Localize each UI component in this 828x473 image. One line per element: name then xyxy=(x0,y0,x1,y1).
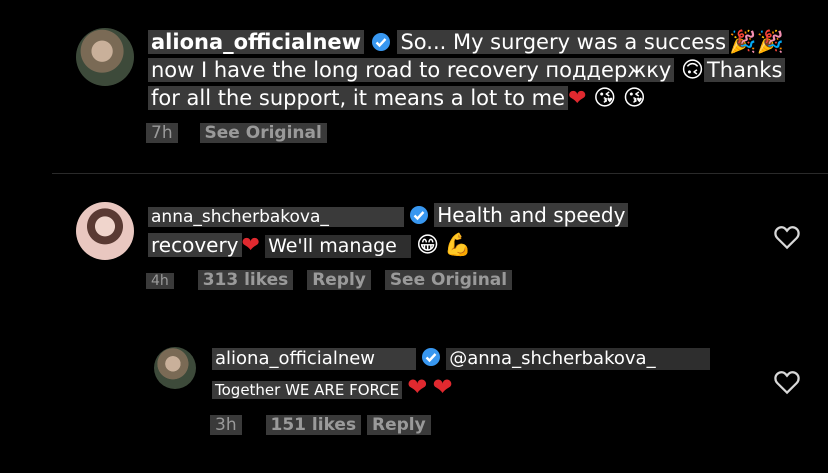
likes-count[interactable]: 151 likes xyxy=(265,415,362,435)
heart-outline-icon[interactable] xyxy=(772,222,802,252)
verified-badge-icon xyxy=(422,348,441,366)
mention-link[interactable]: @anna_shcherbakova_ xyxy=(446,348,711,370)
upside-down-face-emoji: 🙃 xyxy=(681,58,704,83)
heart-outline-icon[interactable] xyxy=(772,367,802,397)
reply-meta: 3h 151 likes Reply xyxy=(210,415,431,435)
grin-emoji: 😁 xyxy=(416,233,440,258)
likes-count[interactable]: 313 likes xyxy=(197,270,294,290)
timestamp: 4h xyxy=(146,273,174,289)
verified-badge-icon xyxy=(371,33,390,51)
flexed-biceps-emoji: 💪 xyxy=(444,233,472,258)
comment-text-line: Thanks xyxy=(703,58,786,82)
verified-badge-icon xyxy=(410,206,429,224)
comment-meta: 7h See Original xyxy=(146,123,327,143)
party-popper-icon: 🎉🎉 xyxy=(729,30,784,55)
reply-button[interactable]: Reply xyxy=(367,415,431,435)
red-heart-emoji: ❤ xyxy=(241,233,260,258)
kiss-emoji: 😘 xyxy=(622,86,646,111)
comment-text-line: So... My surgery was a success xyxy=(397,30,730,54)
timestamp: 3h xyxy=(210,415,242,435)
comment-meta: 4h 313 likes Reply See Original xyxy=(146,270,513,290)
divider xyxy=(52,173,828,174)
reply-text: Together WE ARE FORCE xyxy=(212,381,403,399)
red-heart-emoji: ❤ xyxy=(432,373,453,401)
avatar-anna[interactable] xyxy=(76,202,134,260)
see-original-button[interactable]: See Original xyxy=(199,123,327,143)
avatar-aliona[interactable] xyxy=(154,347,196,389)
reply-button[interactable]: Reply xyxy=(307,270,371,290)
comment-text-line: We'll manage xyxy=(265,235,412,258)
see-original-button[interactable]: See Original xyxy=(384,270,513,290)
red-heart-emoji: ❤ xyxy=(407,373,428,401)
comment-text-line: now I have the long road to recovery под… xyxy=(148,58,675,82)
reply-aliona: aliona_officialnew @anna_shcherbakova_ T… xyxy=(212,347,752,405)
username[interactable]: anna_shcherbakova_ xyxy=(148,207,404,228)
username[interactable]: aliona_officialnew xyxy=(148,30,365,54)
avatar-aliona[interactable] xyxy=(76,28,134,86)
timestamp: 7h xyxy=(146,123,178,143)
comment-text-line: Health and speedy xyxy=(434,203,629,227)
comment-anna: anna_shcherbakova_ Health and speedy rec… xyxy=(148,203,768,263)
kiss-emoji: 😘 xyxy=(593,86,617,111)
red-heart-emoji: ❤ xyxy=(568,86,587,111)
username[interactable]: aliona_officialnew xyxy=(212,348,416,370)
comment-text-line: for all the support, it means a lot to m… xyxy=(148,86,569,110)
comment-aliona: aliona_officialnew So... My surgery was … xyxy=(148,30,798,114)
comment-text-line: recovery xyxy=(148,233,242,257)
